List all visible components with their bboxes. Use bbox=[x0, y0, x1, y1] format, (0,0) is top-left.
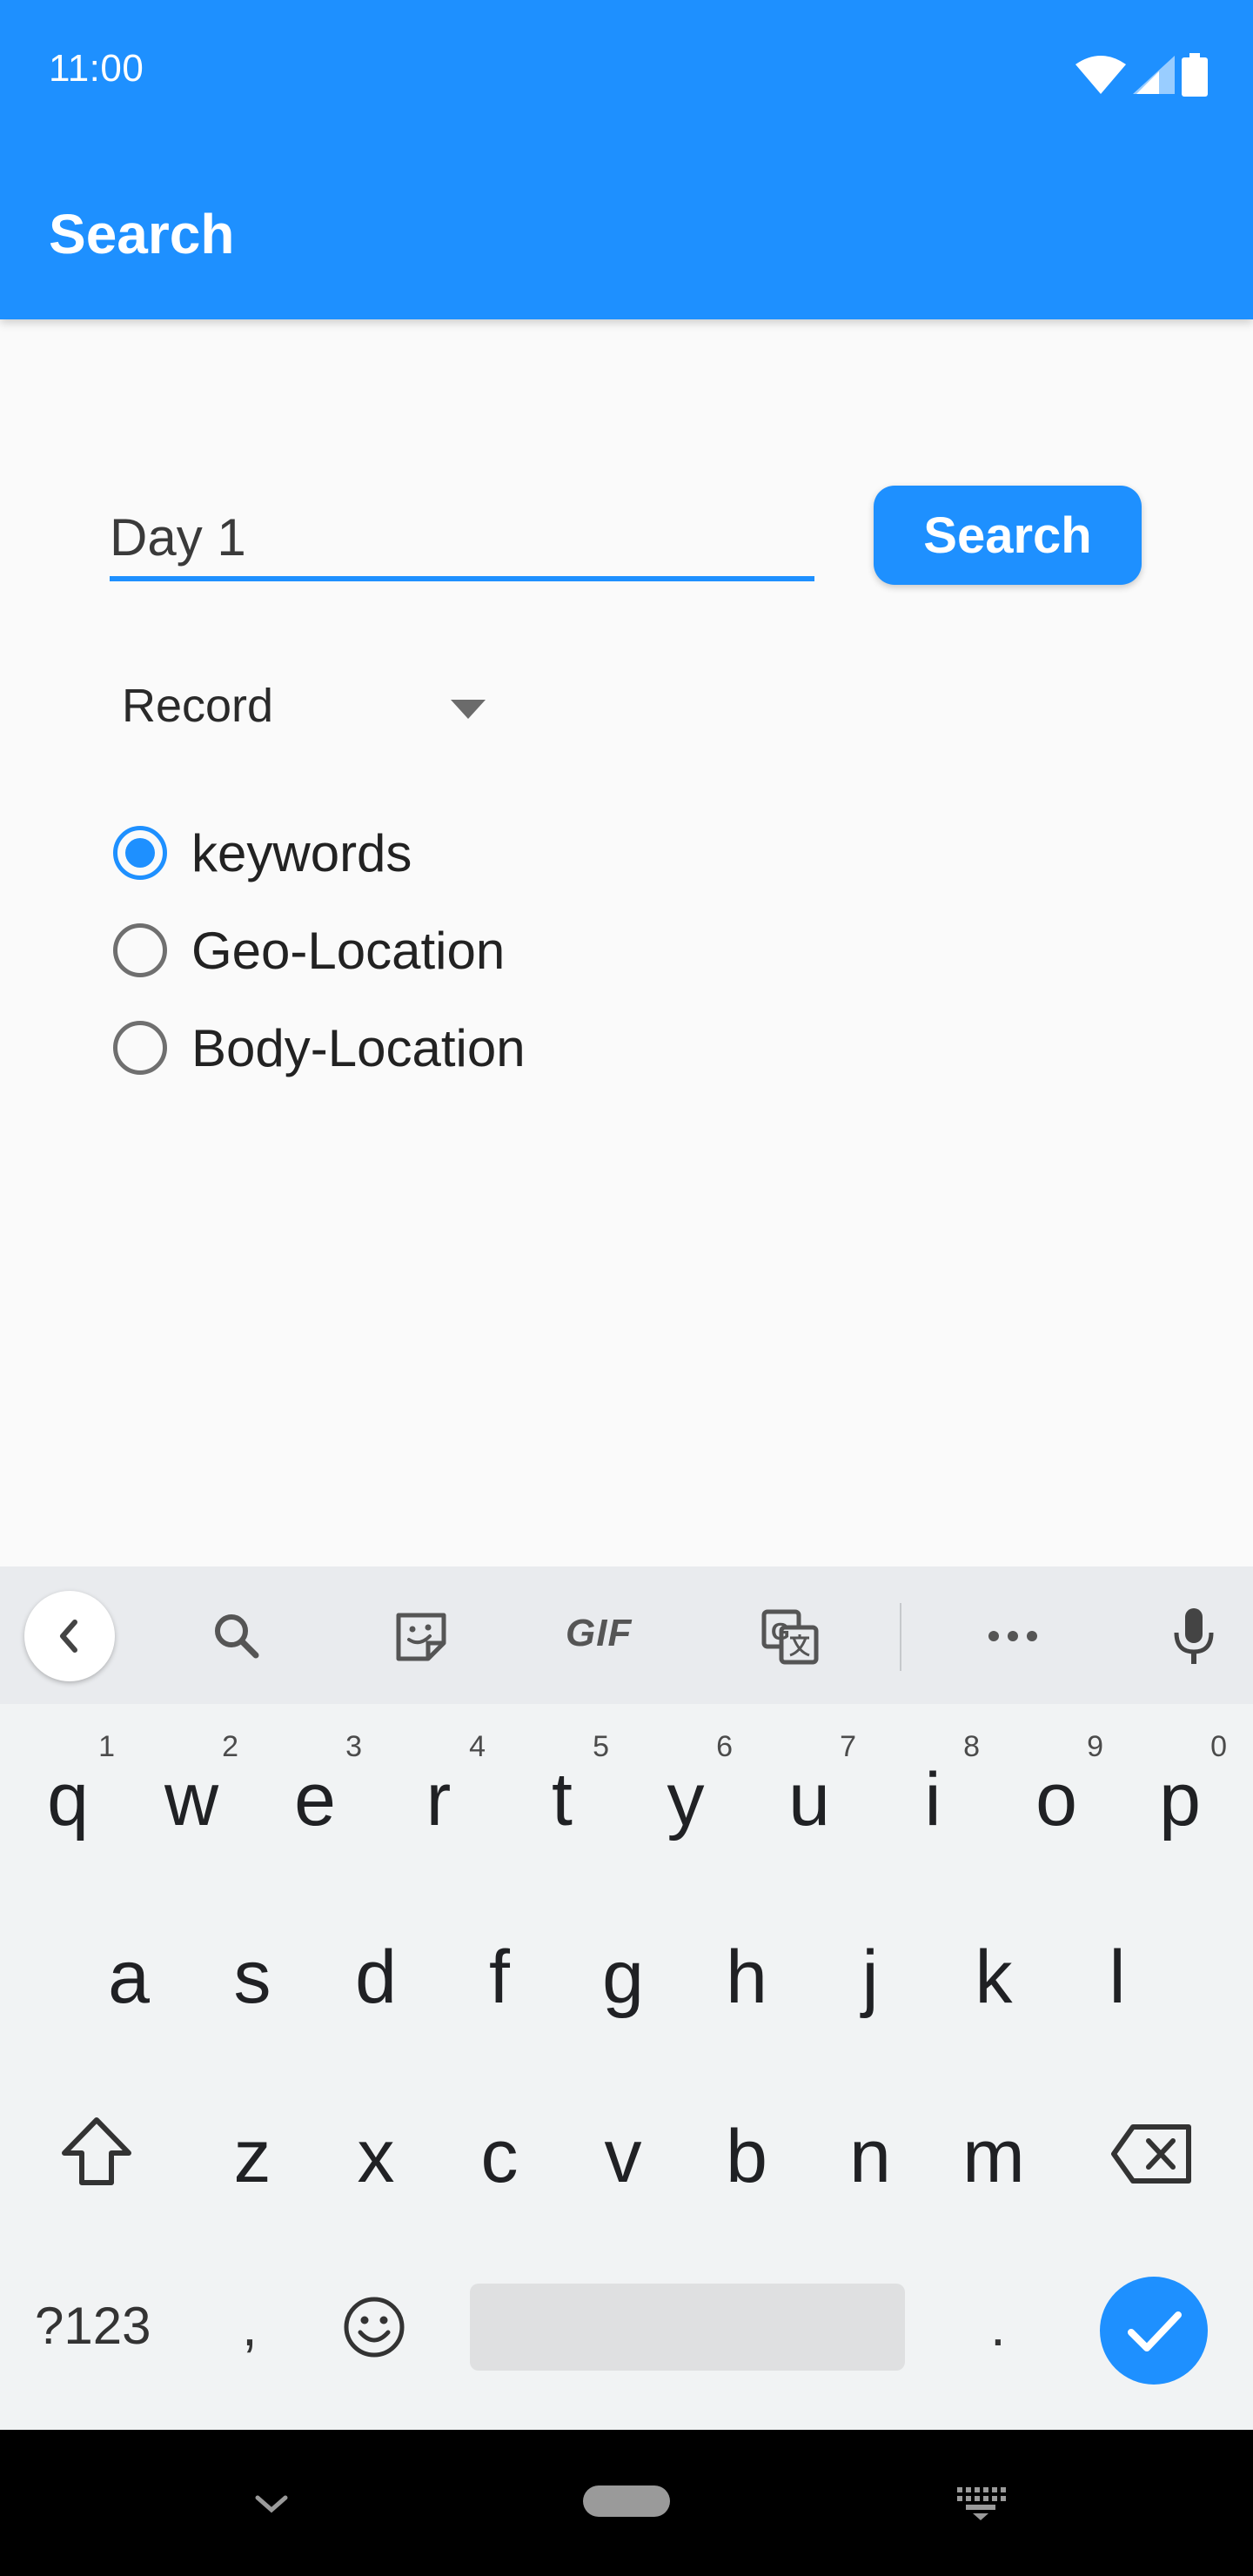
key-u[interactable]: u7 bbox=[757, 1730, 861, 1862]
gif-icon[interactable]: GIF bbox=[566, 1612, 644, 1674]
keyboard-collapse-button[interactable] bbox=[24, 1591, 115, 1681]
key-v[interactable]: v bbox=[571, 2089, 675, 2219]
toolbar-divider bbox=[900, 1603, 901, 1671]
key-t[interactable]: t5 bbox=[510, 1730, 614, 1862]
shift-icon[interactable] bbox=[57, 2115, 136, 2188]
key-z[interactable]: z bbox=[200, 2089, 305, 2219]
key-e[interactable]: e3 bbox=[263, 1730, 367, 1862]
sticker-icon[interactable] bbox=[390, 1605, 452, 1667]
svg-text:G: G bbox=[771, 1618, 790, 1645]
key-w[interactable]: w2 bbox=[139, 1730, 244, 1862]
key-l[interactable]: l bbox=[1065, 1909, 1169, 2040]
key-d[interactable]: d bbox=[324, 1909, 428, 2040]
signal-icon bbox=[1133, 56, 1175, 94]
key-f[interactable]: f bbox=[447, 1909, 552, 2040]
system-nav-bar bbox=[0, 2430, 1253, 2576]
space-key[interactable] bbox=[470, 2284, 905, 2371]
radio-geo-location[interactable]: Geo-Location bbox=[113, 916, 505, 985]
key-b[interactable]: b bbox=[694, 2089, 799, 2219]
radio-label: Geo-Location bbox=[191, 921, 506, 980]
key-x[interactable]: x bbox=[324, 2089, 428, 2219]
backspace-icon[interactable] bbox=[1110, 2123, 1194, 2184]
search-button[interactable]: Search bbox=[874, 486, 1142, 585]
key-h[interactable]: h bbox=[694, 1909, 799, 2040]
dropdown-caret-icon bbox=[451, 700, 486, 719]
key-k[interactable]: k bbox=[941, 1909, 1046, 2040]
battery-icon bbox=[1182, 53, 1208, 97]
key-a[interactable]: a bbox=[77, 1909, 181, 2040]
radio-button-checked[interactable] bbox=[113, 826, 167, 880]
mic-icon[interactable] bbox=[1163, 1605, 1225, 1667]
enter-key[interactable] bbox=[1100, 2277, 1208, 2385]
period-key[interactable]: . bbox=[990, 2294, 1006, 2358]
radio-button[interactable] bbox=[113, 923, 167, 977]
wifi-icon bbox=[1075, 56, 1126, 94]
key-c[interactable]: c bbox=[447, 2089, 552, 2219]
symbols-key[interactable]: ?123 bbox=[35, 2296, 151, 2356]
key-i[interactable]: i8 bbox=[881, 1730, 985, 1862]
key-s[interactable]: s bbox=[200, 1909, 305, 2040]
keyboard-toolbar: GIF G bbox=[0, 1566, 1253, 1704]
keyboard-switch-icon[interactable] bbox=[955, 2485, 1006, 2520]
radio-body-location[interactable]: Body-Location bbox=[113, 1013, 526, 1083]
radio-button[interactable] bbox=[113, 1021, 167, 1075]
radio-label: keywords bbox=[191, 823, 412, 882]
radio-label: Body-Location bbox=[191, 1018, 526, 1077]
soft-keyboard: GIF G q1 w2 e3 r4 t5 y6 u7 i8 o9 p0 a s … bbox=[0, 1566, 1253, 2430]
back-chevron-icon bbox=[60, 1620, 77, 1653]
key-o[interactable]: o9 bbox=[1004, 1730, 1109, 1862]
key-m[interactable]: m bbox=[941, 2089, 1046, 2219]
search-input[interactable] bbox=[110, 498, 814, 581]
dropdown-selected-label: Record bbox=[122, 680, 274, 732]
key-j[interactable]: j bbox=[818, 1909, 922, 2040]
emoji-icon[interactable] bbox=[341, 2294, 407, 2360]
more-icon[interactable] bbox=[982, 1605, 1044, 1667]
page-title: Search bbox=[49, 203, 235, 265]
translate-icon[interactable]: G bbox=[759, 1605, 821, 1667]
key-r[interactable]: r4 bbox=[386, 1730, 491, 1862]
check-icon bbox=[1128, 2311, 1182, 2351]
key-y[interactable]: y6 bbox=[633, 1730, 738, 1862]
comma-key[interactable]: , bbox=[242, 2294, 258, 2358]
key-g[interactable]: g bbox=[571, 1909, 675, 2040]
radio-keywords[interactable]: keywords bbox=[113, 818, 412, 888]
status-time: 11:00 bbox=[49, 47, 144, 90]
key-n[interactable]: n bbox=[818, 2089, 922, 2219]
nav-home-pill[interactable] bbox=[583, 2485, 670, 2517]
nav-back-chevron-icon[interactable] bbox=[252, 2492, 291, 2517]
key-p[interactable]: p0 bbox=[1128, 1730, 1232, 1862]
search-icon[interactable] bbox=[205, 1605, 268, 1667]
key-q[interactable]: q1 bbox=[16, 1730, 120, 1862]
record-dropdown[interactable]: Record bbox=[122, 672, 487, 741]
status-icons bbox=[1075, 50, 1208, 99]
app-bar: 11:00 Search bbox=[0, 0, 1253, 319]
